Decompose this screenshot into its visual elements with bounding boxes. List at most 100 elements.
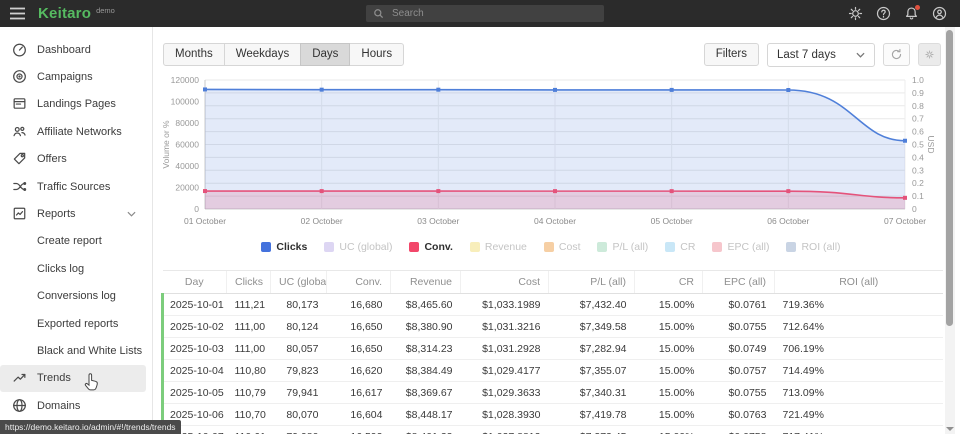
sidebar-item-dashboard[interactable]: Dashboard xyxy=(0,36,146,63)
period-tabs: MonthsWeekdaysDaysHours xyxy=(163,43,404,66)
column-header-uc-global[interactable]: UC (global) xyxy=(271,271,327,294)
column-header-roi-all[interactable]: ROI (all) xyxy=(775,271,943,294)
target-icon xyxy=(12,69,28,85)
tab-days[interactable]: Days xyxy=(300,43,350,66)
legend-item-revenue[interactable]: Revenue xyxy=(470,241,527,253)
sidebar-item-conversions-log[interactable]: Conversions log xyxy=(0,283,146,310)
sidebar-item-label: Clicks log xyxy=(37,263,84,275)
data-point-clicks xyxy=(320,88,324,92)
cell-conv: 16,617 xyxy=(327,382,391,404)
demo-badge: demo xyxy=(96,6,115,15)
legend-item-clicks[interactable]: Clicks xyxy=(261,241,307,253)
cell-cost: $1,031.3216 xyxy=(461,316,549,338)
cell-epc-all: $0.0749 xyxy=(703,338,775,360)
cell-revenue: $8,384.49 xyxy=(391,360,461,382)
cell-revenue: $8,448.17 xyxy=(391,404,461,426)
column-header-epc-all[interactable]: EPC (all) xyxy=(703,271,775,294)
cell-roi-all: 721.49% xyxy=(775,404,943,426)
cell-clicks: 110,70 xyxy=(227,404,271,426)
axis-label: 120000 xyxy=(171,75,200,85)
data-point-clicks xyxy=(786,88,790,92)
legend-item-roi-all[interactable]: ROI (all) xyxy=(786,241,840,253)
legend-swatch xyxy=(712,242,722,252)
legend-swatch xyxy=(324,242,334,252)
column-header-cost[interactable]: Cost xyxy=(461,271,549,294)
legend-item-cr[interactable]: CR xyxy=(665,241,695,253)
sidebar-item-exported-reports[interactable]: Exported reports xyxy=(0,310,146,337)
sidebar-item-offers[interactable]: Offers xyxy=(0,146,146,173)
sidebar-item-create-report[interactable]: Create report xyxy=(0,228,146,255)
search-box[interactable] xyxy=(366,5,604,22)
column-header-p-l-all[interactable]: P/L (all) xyxy=(549,271,635,294)
scrollbar-thumb[interactable] xyxy=(946,30,953,326)
settings-gear-icon[interactable] xyxy=(848,6,863,21)
sidebar-item-campaigns[interactable]: Campaigns xyxy=(0,63,146,90)
series-area-conv xyxy=(205,191,905,209)
cell-epc-all: $0.0763 xyxy=(703,404,775,426)
top-bar: Keitaro demo xyxy=(0,0,960,27)
cell-p-l-all: $7,373.45 xyxy=(549,426,635,434)
column-header-clicks[interactable]: Clicks xyxy=(227,271,271,294)
cell-conv: 16,592 xyxy=(327,426,391,434)
cell-p-l-all: $7,355.07 xyxy=(549,360,635,382)
refresh-button[interactable] xyxy=(883,43,910,66)
legend-swatch xyxy=(261,242,271,252)
globe-icon xyxy=(12,398,28,414)
legend-item-epc-all[interactable]: EPC (all) xyxy=(712,241,769,253)
sidebar-item-reports[interactable]: Reports xyxy=(0,200,146,227)
legend-item-conv[interactable]: Conv. xyxy=(409,241,452,253)
sidebar-item-domains[interactable]: Domains xyxy=(0,392,146,419)
scrollbar-down-arrow[interactable] xyxy=(946,427,954,431)
data-point-conv xyxy=(786,189,790,193)
data-point-conv xyxy=(320,189,324,193)
cell-roi-all: 714.49% xyxy=(775,360,943,382)
column-header-revenue[interactable]: Revenue xyxy=(391,271,461,294)
filters-button[interactable]: Filters xyxy=(704,43,759,66)
keitaro-logo[interactable]: Keitaro xyxy=(38,5,91,22)
sidebar-item-landings-pages[interactable]: Landings Pages xyxy=(0,91,146,118)
cell-revenue: $8,380.90 xyxy=(391,316,461,338)
cell-roi-all: 706.19% xyxy=(775,338,943,360)
tab-months[interactable]: Months xyxy=(163,43,225,66)
table-row: 2025-10-03111,0080,05716,650$8,314.23$1,… xyxy=(163,338,943,360)
cell-roi-all: 719.36% xyxy=(775,294,943,316)
cell-uc-global: 79,941 xyxy=(271,382,327,404)
legend-swatch xyxy=(470,242,480,252)
sidebar-item-traffic-sources[interactable]: Traffic Sources xyxy=(0,173,146,200)
axis-label: 04 October xyxy=(534,216,576,226)
legend-swatch xyxy=(786,242,796,252)
tab-hours[interactable]: Hours xyxy=(349,43,404,66)
search-input[interactable] xyxy=(390,7,597,20)
sidebar-item-trends[interactable]: Trends xyxy=(0,365,146,392)
table-row: 2025-10-07110,6179,98016,592$8,401.33$1,… xyxy=(163,426,943,434)
sidebar-item-black-and-white-lists[interactable]: Black and White Lists xyxy=(0,337,146,364)
cell-uc-global: 80,070 xyxy=(271,404,327,426)
tab-weekdays[interactable]: Weekdays xyxy=(224,43,301,66)
cell-clicks: 110,80 xyxy=(227,360,271,382)
column-header-day[interactable]: Day xyxy=(163,271,227,294)
legend-label: Revenue xyxy=(485,241,527,253)
legend-item-uc-global[interactable]: UC (global) xyxy=(324,241,392,253)
column-header-conv[interactable]: Conv. xyxy=(327,271,391,294)
data-point-conv xyxy=(670,189,674,193)
scrollbar-track[interactable] xyxy=(945,27,955,434)
axis-label: 02 October xyxy=(301,216,343,226)
sidebar-item-label: Dashboard xyxy=(37,44,91,56)
legend-item-cost[interactable]: Cost xyxy=(544,241,581,253)
user-profile-icon[interactable] xyxy=(932,6,947,21)
cell-revenue: $8,314.23 xyxy=(391,338,461,360)
help-icon[interactable] xyxy=(876,6,891,21)
notifications-bell-icon[interactable] xyxy=(904,6,919,21)
legend-item-p-l-all[interactable]: P/L (all) xyxy=(597,241,648,253)
sidebar-item-clicks-log[interactable]: Clicks log xyxy=(0,255,146,282)
chart-settings-button[interactable] xyxy=(918,43,941,66)
axis-label: 01 October xyxy=(184,216,226,226)
column-header-cr[interactable]: CR xyxy=(635,271,703,294)
cell-cost: $1,029.3633 xyxy=(461,382,549,404)
cell-uc-global: 79,823 xyxy=(271,360,327,382)
cell-cost: $1,027.8812 xyxy=(461,426,549,434)
hamburger-menu-icon[interactable] xyxy=(10,7,25,20)
table-row: 2025-10-06110,7080,07016,604$8,448.17$1,… xyxy=(163,404,943,426)
date-range-select[interactable]: Last 7 days xyxy=(767,43,875,67)
sidebar-item-affiliate-networks[interactable]: Affiliate Networks xyxy=(0,118,146,145)
